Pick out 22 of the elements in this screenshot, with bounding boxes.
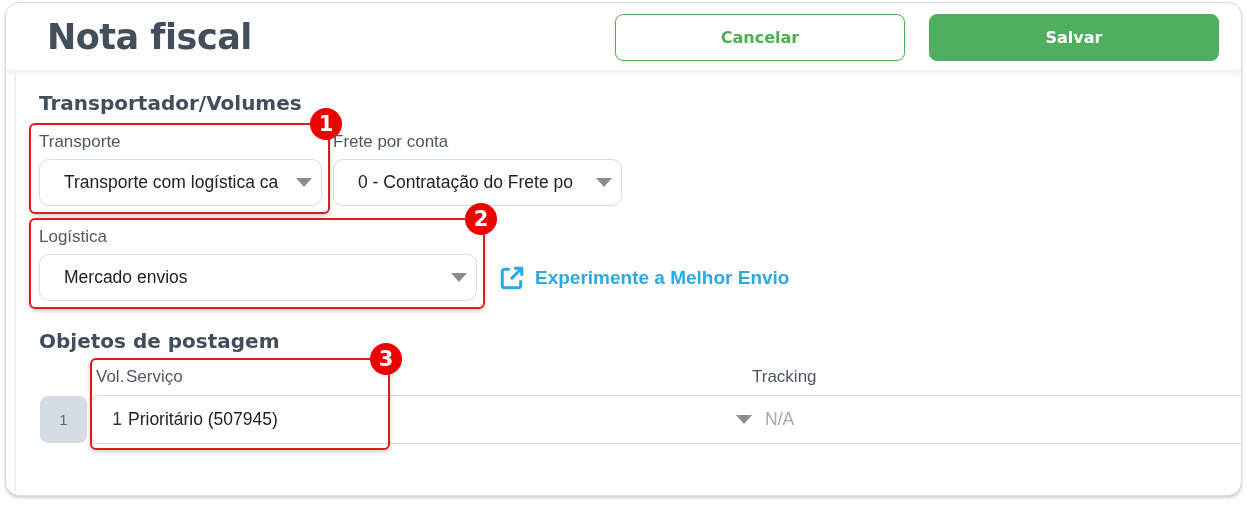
section-heading: Objetos de postagem [39,329,281,353]
step-badge: 3 [370,343,402,375]
tracking-field[interactable]: N/A [754,408,867,431]
caret-icon [451,273,467,282]
service-value[interactable]: Prioritário (507945) [128,409,278,430]
select-field[interactable]: 0 - Contratação do Frete po [333,159,622,206]
column-header: Serviço [126,367,184,387]
step-badge: 2 [465,203,497,235]
field-label: Logística [39,227,109,247]
page-title: Nota fiscal [47,16,252,57]
column-header: Tracking [752,367,818,387]
section-heading: Transportador/Volumes [39,91,303,115]
table-cell-text: 1 [111,409,123,430]
column-header: Vol. [95,367,126,387]
row-number-button[interactable]: 1 [40,396,87,443]
caret-icon [736,415,752,424]
caret-icon [296,178,312,187]
select-field[interactable]: Transporte com logística ca [39,159,322,206]
external-link-icon [499,264,525,291]
field-label: Transporte [39,132,122,152]
caret-icon [596,178,612,187]
select-field[interactable]: Mercado envios [39,254,477,301]
